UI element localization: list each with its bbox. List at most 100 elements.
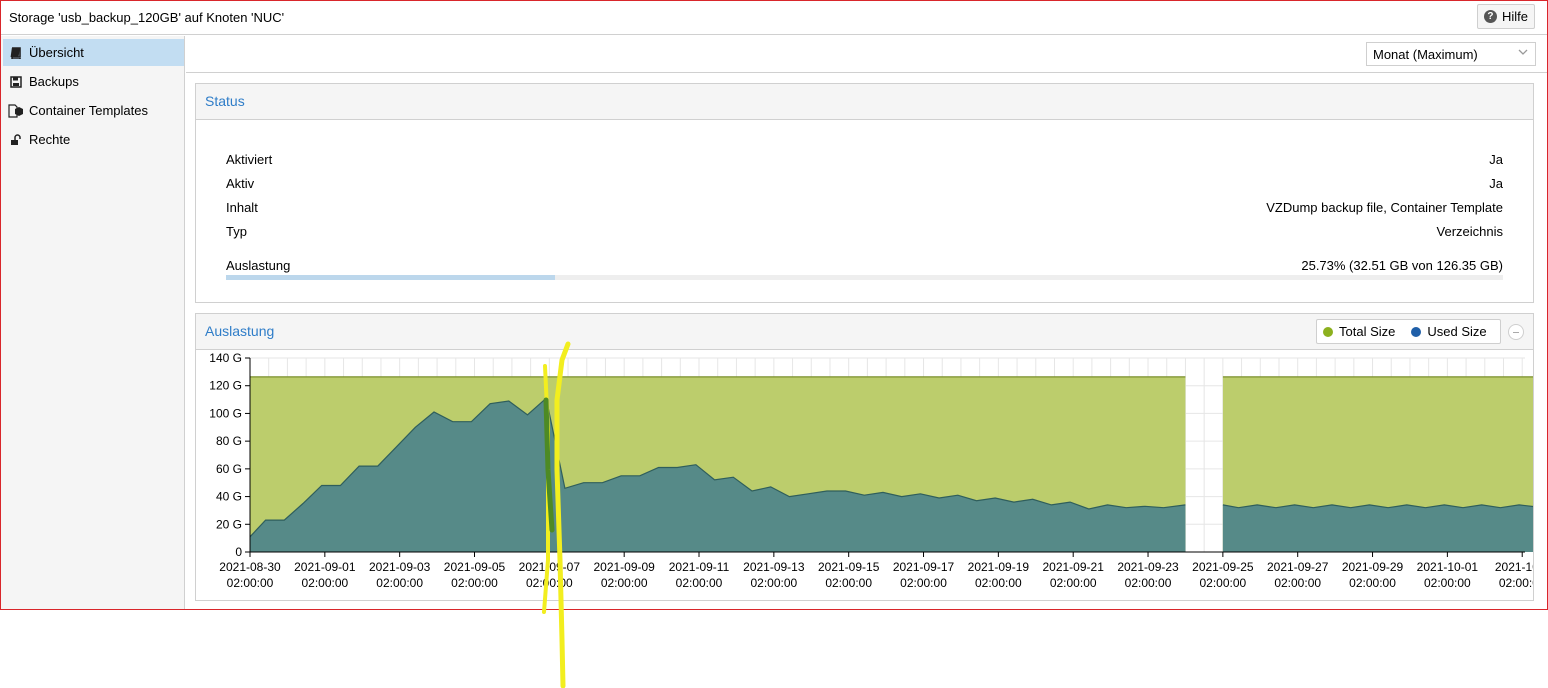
x-tick-date-label: 2021-09-11	[669, 560, 730, 574]
status-key: Aktiv	[226, 176, 255, 191]
x-tick-time-label: 02:00:00	[227, 576, 274, 590]
usage-label: Auslastung	[226, 258, 291, 273]
timeframe-select[interactable]: Monat (Maximum)	[1366, 42, 1536, 66]
usage-panel-title: Auslastung	[205, 323, 275, 339]
sidebar-item-uebersicht[interactable]: Übersicht	[3, 39, 184, 66]
collapse-tool-button[interactable]	[1508, 324, 1524, 340]
x-tick-time-label: 02:00:00	[451, 576, 498, 590]
x-tick-date-label: 2021-09-21	[1042, 560, 1104, 574]
template-icon	[3, 103, 29, 118]
status-value: VZDump backup file, Container Template	[1266, 200, 1503, 215]
x-tick-time-label: 02:00:00	[1050, 576, 1097, 590]
x-tick-date-label: 2021-09-13	[743, 560, 805, 574]
x-tick-date-label: 2021-09-09	[593, 560, 655, 574]
usage-progress-bar	[226, 275, 1503, 280]
y-tick-label: 20 G	[216, 517, 242, 531]
sidebar: Übersicht Backups Container Templates Re…	[1, 36, 185, 609]
x-tick-time-label: 02:00:00	[1274, 576, 1321, 590]
legend-dot-total	[1323, 326, 1333, 337]
sidebar-item-rechte[interactable]: Rechte	[3, 126, 184, 153]
usage-panel-header: Auslastung Total Size Used Size	[196, 314, 1533, 350]
x-tick-time-label: 02:00:00	[601, 576, 648, 590]
x-tick-date-label: 2021-09-05	[444, 560, 506, 574]
usage-progress-fill	[226, 275, 555, 280]
x-tick-date-label: 2021-09-03	[369, 560, 431, 574]
sidebar-item-label: Backups	[29, 74, 79, 89]
chart-legend: Total Size Used Size	[1316, 319, 1501, 344]
sidebar-item-backups[interactable]: Backups	[3, 68, 184, 95]
x-tick-time-label: 02:00:00	[975, 576, 1022, 590]
x-tick-time-label: 02:00:00	[1349, 576, 1396, 590]
x-tick-date-label: 2021-09-07	[519, 560, 581, 574]
usage-chart-panel: Auslastung Total Size Used Size 0 20 G 40 …	[195, 313, 1534, 601]
x-tick-time-label: 02:00:00	[900, 576, 947, 590]
x-tick-date-label: 2021-08-30	[219, 560, 281, 574]
x-tick-time-label: 02:00:00	[1200, 576, 1247, 590]
unlock-icon	[3, 133, 29, 146]
status-panel-title: Status	[205, 93, 245, 109]
legend-used-size[interactable]: Used Size	[1411, 324, 1487, 339]
y-tick-label: 40 G	[216, 490, 242, 504]
x-tick-time-label: 02:00:00	[526, 576, 573, 590]
status-panel-header: Status	[196, 84, 1533, 120]
y-tick-label: 100 G	[209, 406, 242, 420]
question-circle-icon: ?	[1483, 10, 1497, 23]
status-value: Ja	[1489, 152, 1503, 167]
window-title-bar: Storage 'usb_backup_120GB' auf Knoten 'N…	[1, 1, 1547, 35]
usage-chart: 0 20 G 40 G 60 G 80 G 100 G 120 G 140 G 2021-08-…	[209, 351, 1533, 590]
book-icon	[3, 46, 29, 59]
y-tick-label: 60 G	[216, 462, 242, 476]
x-tick-date-label: 2021-09-25	[1192, 560, 1254, 574]
x-tick-date-label: 2021-09-23	[1117, 560, 1179, 574]
legend-total-size[interactable]: Total Size	[1323, 324, 1395, 339]
x-tick-time-label: 02:00:00	[825, 576, 872, 590]
sidebar-item-label: Rechte	[29, 132, 71, 147]
x-tick-date-label: 2021-09-01	[294, 560, 356, 574]
status-row-aktiviert: Aktiviert Ja	[226, 152, 1503, 172]
status-value: Ja	[1489, 176, 1503, 191]
x-tick-time-label: 02:00:00	[1499, 576, 1533, 590]
main-content: Monat (Maximum) Status Aktiviert Ja Akti…	[186, 36, 1547, 609]
x-tick-time-label: 02:00:00	[750, 576, 797, 590]
sidebar-item-label: Übersicht	[29, 45, 84, 60]
sidebar-item-container-templates[interactable]: Container Templates	[3, 97, 184, 124]
x-tick-date-label: 2021-09-15	[818, 560, 880, 574]
x-tick-time-label: 02:00:00	[1125, 576, 1172, 590]
sidebar-item-label: Container Templates	[29, 103, 148, 118]
floppy-disk-icon	[3, 75, 29, 88]
x-tick-time-label: 02:00:00	[676, 576, 723, 590]
series-used-size-area	[1222, 504, 1533, 552]
y-tick-label: 80 G	[216, 434, 242, 448]
help-button-label: Hilfe	[1501, 9, 1528, 24]
legend-label: Total Size	[1339, 324, 1396, 339]
x-tick-date-label: 2021-09-29	[1342, 560, 1404, 574]
usage-value: 25.73% (32.51 GB von 126.35 GB)	[1301, 258, 1503, 273]
legend-label: Used Size	[1427, 324, 1487, 339]
storage-window: Storage 'usb_backup_120GB' auf Knoten 'N…	[0, 0, 1548, 610]
status-key: Typ	[226, 224, 247, 239]
window-title: Storage 'usb_backup_120GB' auf Knoten 'N…	[9, 10, 285, 25]
x-tick-date-label: 2021-09-19	[968, 560, 1030, 574]
legend-dot-used	[1411, 326, 1422, 337]
status-key: Inhalt	[226, 200, 258, 215]
status-row-inhalt: Inhalt VZDump backup file, Container Tem…	[226, 200, 1503, 220]
x-tick-date-label: 2021-10-0	[1495, 560, 1533, 574]
x-tick-time-label: 02:00:00	[301, 576, 348, 590]
y-tick-label: 120 G	[209, 379, 242, 393]
status-panel: Status Aktiviert Ja Aktiv Ja Inhalt VZDu…	[195, 83, 1534, 303]
x-tick-time-label: 02:00:00	[376, 576, 423, 590]
status-key: Aktiviert	[226, 152, 273, 167]
x-tick-date-label: 2021-09-27	[1267, 560, 1329, 574]
y-tick-label: 140 G	[209, 351, 242, 365]
status-row-aktiv: Aktiv Ja	[226, 176, 1503, 196]
y-tick-label: 0	[235, 545, 242, 559]
chevron-down-icon	[1517, 46, 1529, 61]
x-tick-time-label: 02:00:00	[1424, 576, 1471, 590]
timeframe-select-value: Monat (Maximum)	[1373, 46, 1478, 62]
status-row-typ: Typ Verzeichnis	[226, 224, 1503, 244]
x-tick-date-label: 2021-09-17	[893, 560, 955, 574]
x-tick-date-label: 2021-10-01	[1417, 560, 1479, 574]
toolbar: Monat (Maximum)	[186, 36, 1547, 73]
status-value: Verzeichnis	[1436, 224, 1503, 239]
help-button[interactable]: ? Hilfe	[1477, 4, 1535, 29]
